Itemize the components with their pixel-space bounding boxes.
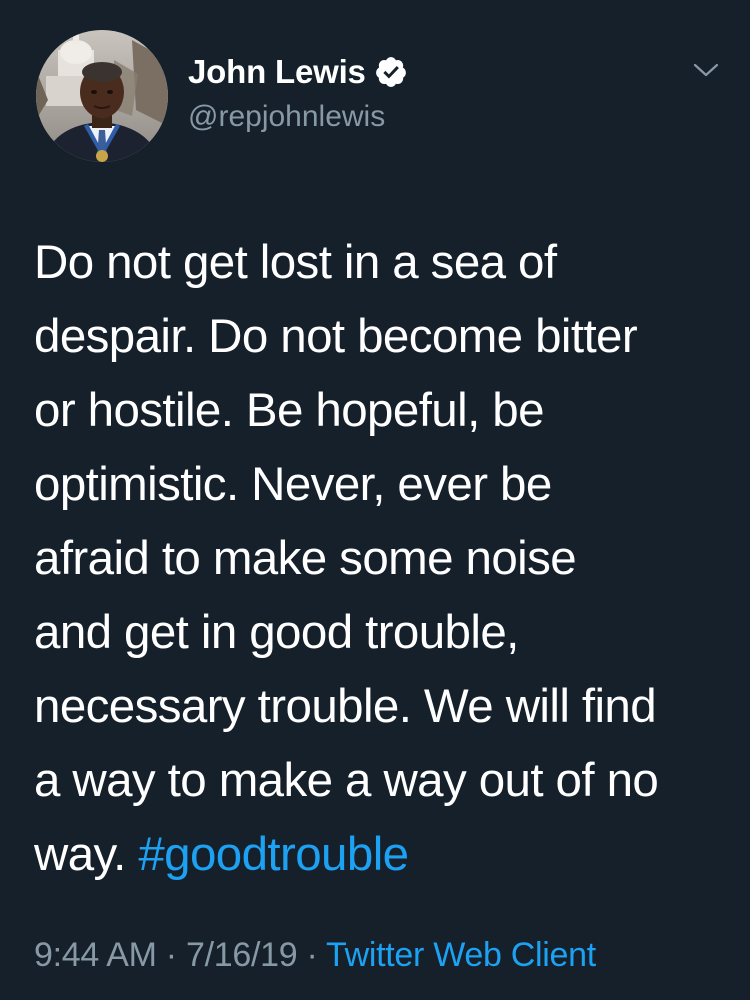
tweet-text: Do not get lost in a sea of despair. Do … (34, 226, 724, 892)
tweet-date[interactable]: 7/16/19 (186, 936, 298, 974)
author-handle[interactable]: @repjohnlewis (188, 100, 408, 134)
chevron-down-icon[interactable] (692, 60, 720, 80)
tweet-header: John Lewis @repjohnlewis (36, 30, 726, 162)
verified-badge-icon (374, 55, 408, 89)
meta-separator: · (156, 936, 186, 974)
client-link[interactable]: Twitter Web Client (326, 936, 596, 974)
hashtag-link[interactable]: #goodtrouble (138, 828, 409, 881)
tweet-time[interactable]: 9:44 AM (34, 936, 157, 974)
meta-separator: · (297, 936, 327, 974)
display-name[interactable]: John Lewis (188, 53, 366, 91)
tweet-meta: 9:44 AM · 7/16/19 · Twitter Web Client (34, 936, 596, 975)
avatar[interactable] (36, 30, 168, 162)
profile-photo (36, 30, 168, 162)
tweet-text-body: Do not get lost in a sea of despair. Do … (34, 236, 659, 881)
display-name-row: John Lewis (188, 52, 408, 92)
tweet-card: John Lewis @repjohnlewis Do not get lost… (0, 0, 750, 1000)
author-names: John Lewis @repjohnlewis (188, 52, 408, 134)
